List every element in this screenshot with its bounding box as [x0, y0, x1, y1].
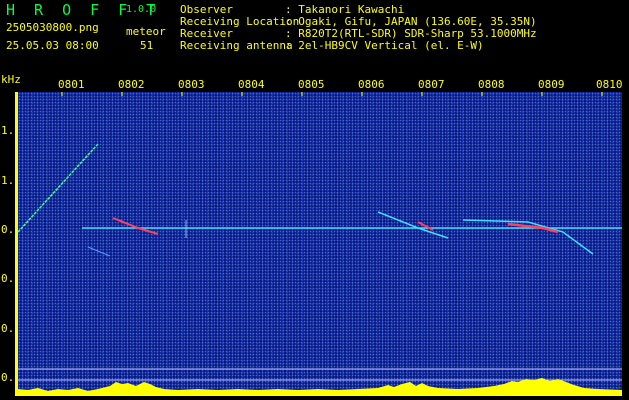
date-time: 25.05.03 08:00 — [6, 39, 99, 52]
x-tick-label: 0803 — [178, 78, 205, 91]
file-name: 2505030800.png — [6, 21, 99, 34]
x-tick-label: 0801 — [58, 78, 85, 91]
x-axis: 0801 0802 0803 0804 0805 0806 0807 0808 … — [0, 76, 629, 92]
x-tick-label: 0810 — [596, 78, 623, 91]
meteor-trace — [87, 246, 111, 257]
meteor-trace — [18, 143, 99, 233]
meteor-count: 51 — [140, 39, 154, 52]
meteor-trace — [377, 211, 449, 239]
spectrogram-plot — [18, 92, 622, 396]
x-tick-label: 0808 — [478, 78, 505, 91]
meteor-echo — [112, 217, 159, 235]
x-tick-label: 0805 — [298, 78, 325, 91]
x-tick-label: 0807 — [418, 78, 445, 91]
signal-level-histogram — [18, 378, 622, 396]
app-version: 1.0.0 — [126, 4, 157, 15]
antenna-value: : 2el-HB9CV Vertical (el. E-W) — [285, 39, 484, 52]
header-panel: H R O F F T 1.0.0 2505030800.png 25.05.0… — [0, 0, 629, 72]
x-tick-label: 0802 — [118, 78, 145, 91]
meteor-label: meteor — [126, 25, 166, 38]
x-tick-label: 0809 — [538, 78, 565, 91]
spectrogram-overlay — [18, 92, 622, 396]
x-tick-label: 0806 — [358, 78, 385, 91]
antenna-label: Receiving antenna — [180, 39, 293, 52]
x-tick-label: 0804 — [238, 78, 265, 91]
